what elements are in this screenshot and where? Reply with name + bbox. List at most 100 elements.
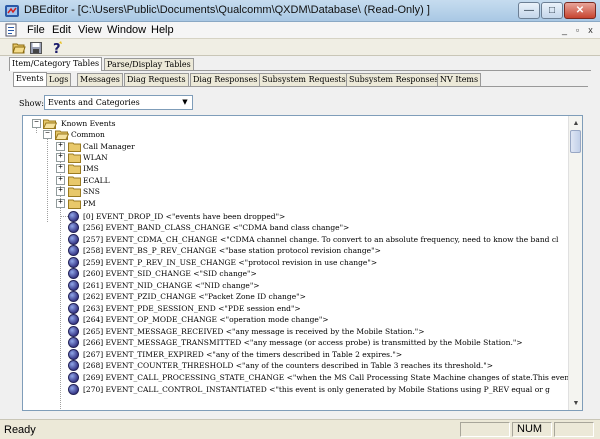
subtab-diag-responses[interactable]: Diag Responses — [190, 73, 261, 86]
event-row[interactable]: [263] EVENT_PDE_SESSION_END <"PDE sessio… — [83, 303, 301, 314]
status-pane-blank — [554, 422, 594, 437]
tree-connector — [47, 137, 48, 222]
scroll-up-arrow-icon[interactable]: ▲ — [570, 117, 582, 129]
event-row[interactable]: [257] EVENT_CDMA_CH_CHANGE <"CDMA channe… — [83, 234, 558, 245]
tree-node-known-events[interactable]: Known Events — [61, 118, 115, 129]
event-row[interactable]: [270] EVENT_CALL_CONTROL_INSTANTIATED <"… — [83, 384, 550, 395]
minimize-button[interactable]: — — [518, 2, 540, 19]
event-icon — [68, 245, 79, 256]
tree-node-sns[interactable]: SNS — [83, 186, 100, 197]
menu-help[interactable]: Help — [151, 24, 174, 36]
subtab-nv-items[interactable]: NV Items — [437, 73, 482, 86]
folder-icon — [68, 176, 81, 186]
subtab-events[interactable]: Events — [13, 72, 47, 86]
mdi-minimize-button[interactable]: _ — [558, 24, 571, 36]
tree-node-wlan[interactable]: WLAN — [83, 152, 108, 163]
event-icon — [68, 384, 79, 395]
expand-toggle-pm[interactable]: + — [56, 199, 65, 208]
status-pane-blank — [460, 422, 510, 437]
chevron-down-icon[interactable]: ▼ — [178, 96, 192, 109]
event-row[interactable]: [261] EVENT_NID_CHANGE <"NID change"> — [83, 280, 260, 291]
event-tree[interactable]: − Known Events − Common + Call Manager +… — [22, 115, 583, 411]
event-icon — [68, 257, 79, 268]
tree-node-common[interactable]: Common — [71, 129, 105, 140]
title-bar: DBEditor - [C:\Users\Public\Documents\Qu… — [0, 0, 600, 22]
mdi-close-button[interactable]: x — [584, 24, 597, 36]
subtab-messages[interactable]: Messages — [77, 73, 123, 86]
show-dropdown-value: Events and Categories — [48, 98, 140, 107]
close-button[interactable]: ✕ — [564, 2, 596, 19]
open-folder-icon[interactable] — [11, 40, 26, 55]
folder-icon — [68, 199, 81, 209]
event-icon — [68, 211, 79, 222]
tree-vertical-scrollbar[interactable]: ▲ ▼ — [568, 116, 582, 410]
event-icon — [68, 372, 79, 383]
subtab-divider — [13, 86, 588, 87]
folder-open-icon — [55, 130, 69, 140]
event-row[interactable]: [266] EVENT_MESSAGE_TRANSMITTED <"any me… — [83, 337, 523, 348]
status-num-indicator: NUM — [512, 422, 552, 437]
subtab-diag-requests[interactable]: Diag Requests — [124, 73, 189, 86]
maximize-button[interactable]: □ — [541, 2, 563, 19]
mdi-restore-button[interactable]: ▫ — [571, 24, 584, 36]
menu-bar: File Edit View Window Help _ ▫ x — [0, 22, 600, 39]
event-icon — [68, 291, 79, 302]
event-row[interactable]: [0] EVENT_DROP_ID <"events have been dro… — [83, 211, 285, 222]
expand-toggle-ims[interactable]: + — [56, 164, 65, 173]
event-icon — [68, 326, 79, 337]
status-text: Ready — [4, 424, 36, 436]
app-icon — [5, 5, 19, 17]
menu-view[interactable]: View — [78, 24, 102, 36]
expand-toggle-sns[interactable]: + — [56, 187, 65, 196]
folder-icon — [68, 153, 81, 163]
event-icon — [68, 268, 79, 279]
event-row[interactable]: [265] EVENT_MESSAGE_RECEIVED <"any messa… — [83, 326, 425, 337]
menu-edit[interactable]: Edit — [52, 24, 71, 36]
expand-toggle-known-events[interactable]: − — [32, 119, 41, 128]
tree-connector — [60, 216, 68, 217]
expand-toggle-ecall[interactable]: + — [56, 176, 65, 185]
menu-window[interactable]: Window — [107, 24, 146, 36]
scroll-down-arrow-icon[interactable]: ▼ — [570, 397, 582, 409]
event-row[interactable]: [264] EVENT_OP_MODE_CHANGE <"operation m… — [83, 314, 329, 325]
menu-file[interactable]: File — [27, 24, 45, 36]
event-row[interactable]: [268] EVENT_COUNTER_THRESHOLD <"any of t… — [83, 360, 493, 371]
folder-icon — [68, 164, 81, 174]
event-row[interactable]: [262] EVENT_PZID_CHANGE <"Packet Zone ID… — [83, 291, 306, 302]
event-icon — [68, 337, 79, 348]
tree-node-ecall[interactable]: ECALL — [83, 175, 110, 186]
event-row[interactable]: [256] EVENT_BAND_CLASS_CHANGE <"CDMA ban… — [83, 222, 349, 233]
event-row[interactable]: [259] EVENT_P_REV_IN_USE_CHANGE <"protoc… — [83, 257, 377, 268]
event-icon — [68, 360, 79, 371]
expand-toggle-wlan[interactable]: + — [56, 153, 65, 162]
event-row[interactable]: [269] EVENT_CALL_PROCESSING_STATE_CHANGE… — [83, 372, 569, 383]
subtab-logs[interactable]: Logs — [46, 73, 72, 86]
subtab-subsystem-responses[interactable]: Subsystem Responses — [346, 73, 442, 86]
tab-item-category-tables[interactable]: Item/Category Tables — [9, 57, 103, 71]
event-row[interactable]: [267] EVENT_TIMER_EXPIRED <"any of the t… — [83, 349, 402, 360]
event-row[interactable]: [258] EVENT_BS_P_REV_CHANGE <"base stati… — [83, 245, 381, 256]
toolbar: ? — [0, 39, 600, 56]
tree-node-call-manager[interactable]: Call Manager — [83, 141, 135, 152]
status-bar: Ready NUM — [0, 419, 600, 439]
folder-icon — [68, 187, 81, 197]
svg-text:?: ? — [53, 42, 61, 55]
help-icon[interactable]: ? — [49, 40, 64, 55]
tree-node-pm[interactable]: PM — [83, 198, 96, 209]
scrollbar-thumb[interactable] — [570, 130, 581, 153]
event-row[interactable]: [260] EVENT_SID_CHANGE <"SID change"> — [83, 268, 257, 279]
show-dropdown[interactable]: Events and Categories ▼ — [44, 95, 193, 110]
tree-node-ims[interactable]: IMS — [83, 163, 99, 174]
expand-toggle-common[interactable]: − — [43, 130, 52, 139]
event-icon — [68, 280, 79, 291]
document-icon[interactable] — [4, 23, 18, 37]
window-title: DBEditor - [C:\Users\Public\Documents\Qu… — [24, 4, 430, 16]
event-icon — [68, 314, 79, 325]
folder-open-icon — [43, 119, 57, 129]
subtab-subsystem-requests[interactable]: Subsystem Requests — [259, 73, 349, 86]
event-icon — [68, 349, 79, 360]
show-label: Show: — [19, 99, 44, 108]
expand-toggle-call-manager[interactable]: + — [56, 142, 65, 151]
save-icon[interactable] — [28, 40, 43, 55]
event-icon — [68, 234, 79, 245]
